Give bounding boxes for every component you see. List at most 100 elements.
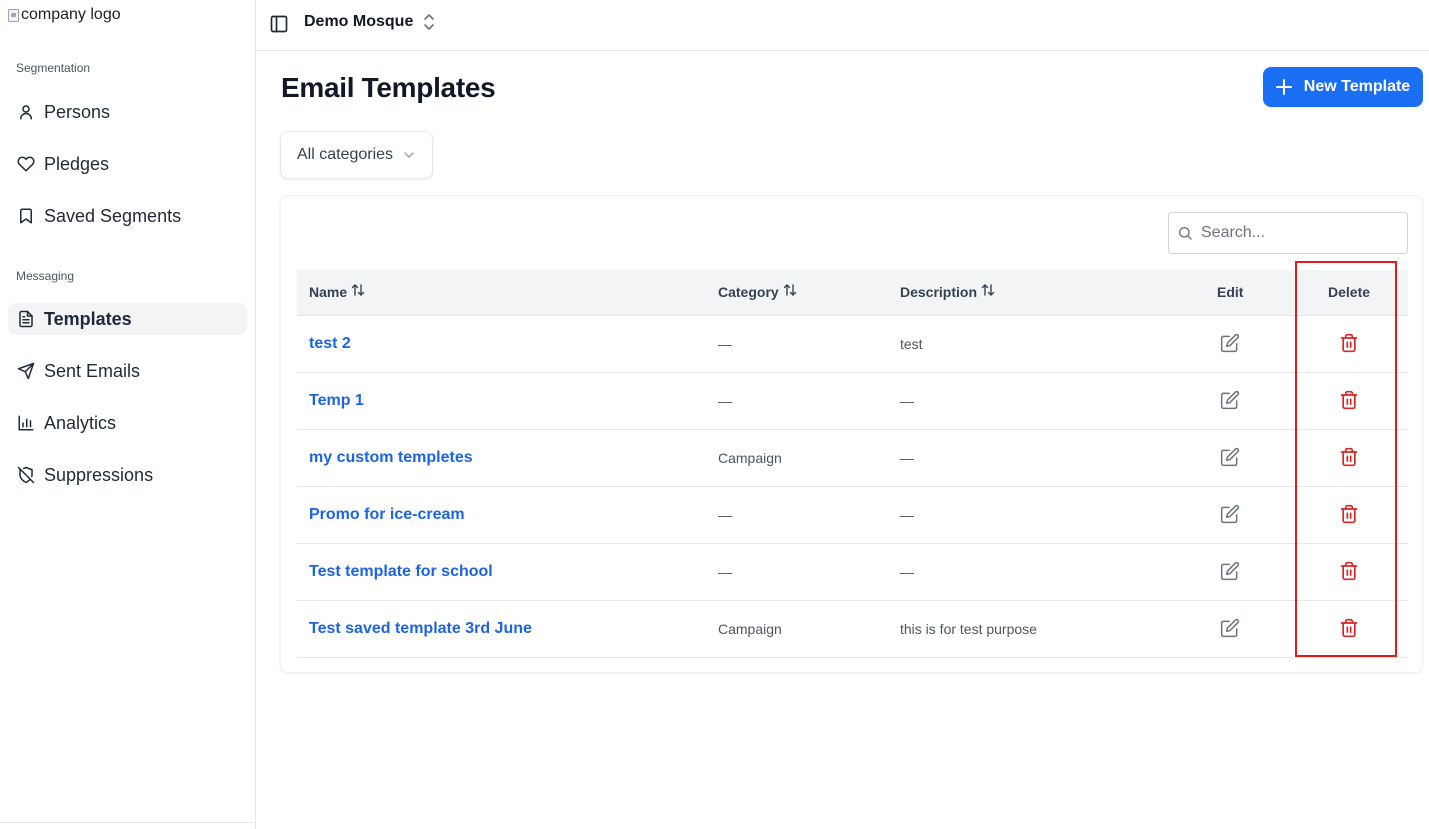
trash-icon [1340, 333, 1358, 353]
delete-button[interactable] [1339, 333, 1359, 353]
template-description: — [900, 450, 914, 466]
bar-chart-icon [18, 415, 34, 431]
chevrons-up-down-icon [424, 14, 435, 30]
table-row: test 2 — test [297, 316, 1408, 373]
table-row: my custom templetes Campaign — [297, 430, 1408, 487]
new-template-button[interactable]: New Template [1263, 67, 1423, 107]
sort-icon [351, 284, 365, 296]
heart-icon [17, 156, 35, 172]
template-name-link[interactable]: my custom templetes [309, 449, 473, 467]
template-name-link[interactable]: Test saved template 3rd June [309, 620, 532, 638]
sidebar-item-label: Templates [44, 308, 132, 329]
template-category: — [718, 507, 732, 523]
sidebar-item-suppressions[interactable]: Suppressions [8, 459, 247, 491]
sidebar-item-persons[interactable]: Persons [8, 96, 247, 128]
edit-icon [1220, 390, 1240, 410]
search-box[interactable] [1168, 212, 1408, 254]
table-row: Promo for ice-cream — — [297, 487, 1408, 544]
template-name-link[interactable]: Test template for school [309, 563, 493, 581]
company-logo: company logo [8, 6, 121, 24]
delete-button[interactable] [1339, 390, 1359, 410]
shield-off-icon [17, 466, 35, 484]
sort-icon [981, 284, 995, 296]
delete-button[interactable] [1339, 504, 1359, 524]
column-header-description[interactable]: Description [900, 284, 995, 300]
trash-icon [1340, 561, 1358, 581]
edit-icon [1220, 447, 1240, 467]
sidebar-item-label: Analytics [44, 412, 117, 433]
template-description: this is for test purpose [900, 621, 1037, 637]
sidebar-item-pledges[interactable]: Pledges [8, 148, 247, 180]
sidebar-item-label: Suppressions [44, 464, 154, 485]
template-description: — [900, 393, 914, 409]
column-header-category[interactable]: Category [718, 284, 797, 300]
template-description: — [900, 507, 914, 523]
category-filter-dropdown[interactable]: All categories [280, 131, 433, 179]
search-icon [1179, 227, 1192, 240]
sidebar-item-saved-segments[interactable]: Saved Segments [8, 200, 247, 232]
edit-button[interactable] [1220, 447, 1240, 467]
organization-name: Demo Mosque [304, 13, 414, 30]
edit-icon [1220, 333, 1240, 353]
page-title: Email Templates [281, 72, 496, 103]
broken-image-icon [8, 8, 19, 22]
table-header: Name Category Description Edit Delete [297, 270, 1408, 316]
edit-button[interactable] [1220, 618, 1240, 638]
column-header-name[interactable]: Name [309, 284, 365, 300]
plus-icon [1275, 79, 1292, 95]
column-header-delete: Delete [1328, 284, 1371, 300]
edit-button[interactable] [1220, 561, 1240, 581]
sidebar-item-label: Persons [44, 101, 111, 122]
template-name-link[interactable]: Promo for ice-cream [309, 506, 465, 524]
search-input[interactable] [1201, 224, 1401, 242]
organization-switcher[interactable]: Demo Mosque [304, 13, 436, 31]
trash-icon [1340, 618, 1358, 638]
category-filter-value: All categories [297, 146, 394, 163]
delete-button[interactable] [1339, 618, 1359, 638]
table-row: Test template for school — — [297, 544, 1408, 601]
user-icon [20, 105, 32, 120]
table-row: Test saved template 3rd June Campaign th… [297, 601, 1408, 658]
edit-button[interactable] [1220, 390, 1240, 410]
sidebar-item-label: Pledges [44, 153, 110, 174]
sidebar: company logo Segmentation Persons Pledge… [0, 0, 256, 829]
template-category: — [718, 393, 732, 409]
template-name-link[interactable]: test 2 [309, 335, 351, 353]
template-category: — [718, 564, 732, 580]
trash-icon [1340, 447, 1358, 467]
template-category: — [718, 336, 732, 352]
sidebar-item-label: Saved Segments [44, 205, 182, 226]
template-name-link[interactable]: Temp 1 [309, 392, 364, 410]
new-template-label: New Template [1303, 78, 1411, 95]
template-description: — [900, 564, 914, 580]
trash-icon [1340, 504, 1358, 524]
edit-button[interactable] [1220, 333, 1240, 353]
trash-icon [1340, 390, 1358, 410]
company-logo-alt-text: company logo [21, 6, 121, 23]
sidebar-item-templates[interactable]: Templates [8, 303, 247, 335]
sidebar-item-sent-emails[interactable]: Sent Emails [8, 355, 247, 387]
delete-button[interactable] [1339, 561, 1359, 581]
send-icon [17, 362, 35, 380]
templates-table-card: Name Category Description Edit Delete te… [280, 195, 1423, 673]
section-label-segmentation: Segmentation [16, 61, 91, 75]
edit-icon [1220, 504, 1240, 524]
table-row: Temp 1 — — [297, 373, 1408, 430]
sidebar-toggle-icon[interactable] [269, 14, 289, 34]
column-header-label: Description [900, 284, 978, 300]
section-label-messaging: Messaging [16, 269, 75, 283]
bookmark-icon [20, 208, 32, 224]
template-category: Campaign [718, 450, 782, 466]
template-category: Campaign [718, 621, 782, 637]
sidebar-item-label: Sent Emails [44, 360, 141, 381]
column-header-label: Category [718, 284, 779, 300]
edit-button[interactable] [1220, 504, 1240, 524]
sort-icon [783, 284, 796, 296]
column-header-label: Name [309, 284, 348, 300]
edit-icon [1220, 561, 1240, 581]
delete-button[interactable] [1339, 447, 1359, 467]
sidebar-footer-divider [0, 822, 255, 823]
chevron-down-icon [404, 152, 414, 158]
sidebar-item-analytics[interactable]: Analytics [8, 407, 247, 439]
edit-icon [1220, 618, 1240, 638]
